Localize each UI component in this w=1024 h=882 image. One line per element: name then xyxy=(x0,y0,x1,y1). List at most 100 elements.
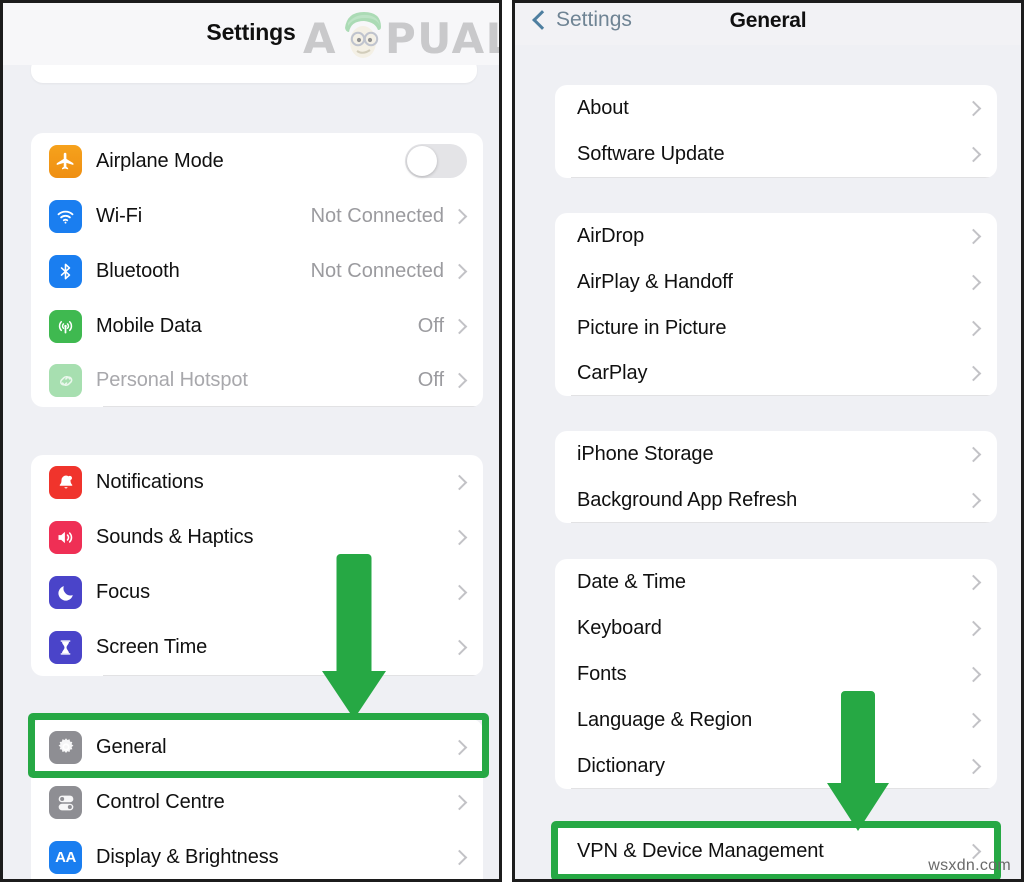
list-item[interactable]: Control Centre xyxy=(31,775,483,830)
chevron-right-icon xyxy=(451,318,468,335)
chevron-right-icon xyxy=(965,712,982,728)
list-item-label: About xyxy=(577,96,629,119)
chevron-right-icon xyxy=(451,739,468,755)
list-item-value: Off xyxy=(417,369,444,391)
list-item-label: AirDrop xyxy=(577,224,645,247)
general-panel: Settings General About Software Update A… xyxy=(512,0,1024,882)
list-item-label: Date & Time xyxy=(577,570,686,593)
list-item[interactable]: AirDrop xyxy=(555,213,997,396)
list-item-label: VPN & Device Management xyxy=(577,839,824,862)
chevron-right-icon xyxy=(965,620,982,636)
settings-nav-header: Settings xyxy=(3,3,499,65)
group-locale: Date & Time Keyboard Fonts Language & Re… xyxy=(555,559,997,789)
list-item[interactable]: Sounds & Haptics xyxy=(31,510,483,676)
chevron-right-icon xyxy=(965,758,982,774)
list-item[interactable]: Fonts xyxy=(555,651,997,789)
list-item-label: Picture in Picture xyxy=(577,316,727,339)
cellular-icon xyxy=(49,310,82,343)
list-item[interactable]: AirPlay & Handoff xyxy=(555,259,997,396)
control-centre-icon xyxy=(49,786,82,819)
aa-glyph: AA xyxy=(55,849,76,866)
list-item[interactable]: Date & Time xyxy=(555,559,997,789)
chevron-right-icon xyxy=(451,849,468,866)
chevron-right-icon xyxy=(965,574,982,590)
bluetooth-icon xyxy=(49,255,82,288)
chevron-right-icon xyxy=(451,529,468,546)
list-item[interactable]: CarPlay xyxy=(555,351,997,396)
list-item[interactable]: About xyxy=(555,85,997,178)
general-nav-header: Settings General xyxy=(515,3,1021,45)
list-item-label: Wi-Fi xyxy=(96,205,143,227)
list-item[interactable]: Personal Hotspot Off xyxy=(31,354,483,407)
list-item[interactable]: AA Display & Brightness xyxy=(31,830,483,879)
list-item[interactable]: Focus xyxy=(31,565,483,676)
list-item[interactable]: Background App Refresh xyxy=(555,477,997,523)
list-item-value: Not Connected xyxy=(310,205,444,227)
list-item-label: AirPlay & Handoff xyxy=(577,270,733,293)
chevron-right-icon xyxy=(965,146,982,163)
page-title: General xyxy=(729,9,807,32)
list-item-label: Mobile Data xyxy=(96,315,202,337)
screenshot-stage: Settings Airplane Mode Wi-Fi Not Connect… xyxy=(0,0,1024,882)
chevron-right-icon xyxy=(965,228,982,244)
list-item-label: Display & Brightness xyxy=(96,846,279,868)
list-item-label: Notifications xyxy=(96,471,204,493)
group-storage: iPhone Storage Background App Refresh xyxy=(555,431,997,523)
list-item-value: Not Connected xyxy=(310,260,444,282)
list-item[interactable]: Dictionary xyxy=(555,743,997,789)
list-item[interactable]: Notifications xyxy=(31,455,483,676)
gear-icon xyxy=(49,730,82,764)
list-item-label: Software Update xyxy=(577,143,725,165)
list-item[interactable]: Wi-Fi Not Connected xyxy=(31,189,483,407)
list-item[interactable]: Software Update xyxy=(555,131,997,178)
settings-panel: Settings Airplane Mode Wi-Fi Not Connect… xyxy=(0,0,502,882)
moon-icon xyxy=(49,576,82,609)
airplane-mode-toggle[interactable] xyxy=(405,144,467,178)
speaker-icon xyxy=(49,521,82,554)
list-item-label: Language & Region xyxy=(577,708,753,731)
list-item-label: iPhone Storage xyxy=(577,442,714,465)
list-item[interactable]: Screen Time xyxy=(31,620,483,674)
chevron-right-icon xyxy=(451,584,468,601)
group-info: About Software Update xyxy=(555,85,997,178)
group-system: General Control Centre AA Display & Brig… xyxy=(31,719,483,879)
list-item-label: Background App Refresh xyxy=(577,488,798,511)
list-item[interactable]: Bluetooth Not Connected xyxy=(31,244,483,407)
hotspot-icon xyxy=(49,364,82,397)
list-item[interactable]: iPhone Storage xyxy=(555,431,997,523)
list-item-label: Focus xyxy=(96,581,150,603)
list-item[interactable]: Picture in Picture xyxy=(555,305,997,396)
list-item[interactable]: Language & Region xyxy=(555,697,997,789)
group-connectivity: Airplane Mode Wi-Fi Not Connected Blueto… xyxy=(31,133,483,407)
group-sharing: AirDrop AirPlay & Handoff Picture in Pic… xyxy=(555,213,997,396)
chevron-right-icon xyxy=(451,208,468,225)
source-watermark: wsxdn.com xyxy=(928,857,1011,874)
chevron-right-icon xyxy=(965,666,982,682)
chevron-right-icon xyxy=(451,794,468,811)
chevron-right-icon xyxy=(965,365,982,382)
chevron-right-icon xyxy=(451,263,468,280)
list-item-label: General xyxy=(96,735,167,758)
toggle-knob xyxy=(407,146,437,176)
page-title: Settings xyxy=(206,19,296,45)
airplane-icon xyxy=(49,144,82,178)
list-item-value: Off xyxy=(417,315,444,337)
bell-icon xyxy=(49,466,82,499)
chevron-right-icon xyxy=(451,372,468,389)
chevron-right-icon xyxy=(451,474,468,491)
chevron-right-icon xyxy=(965,492,982,508)
chevron-right-icon xyxy=(451,639,468,655)
chevron-right-icon xyxy=(965,100,982,116)
group-alerts: Notifications Sounds & Haptics Focus Scr… xyxy=(31,455,483,676)
annotation-arrow-vpn xyxy=(823,691,893,831)
wifi-icon xyxy=(49,200,82,233)
list-item-label: Keyboard xyxy=(577,616,662,639)
row-divider xyxy=(103,675,483,676)
display-brightness-icon: AA xyxy=(49,841,82,874)
list-item[interactable]: Keyboard xyxy=(555,605,997,789)
list-item[interactable]: General xyxy=(31,719,483,775)
list-item-label: Bluetooth xyxy=(96,260,180,282)
list-item[interactable]: Airplane Mode xyxy=(31,133,483,407)
list-item[interactable]: Mobile Data Off xyxy=(31,299,483,407)
annotation-arrow-general xyxy=(319,554,389,719)
